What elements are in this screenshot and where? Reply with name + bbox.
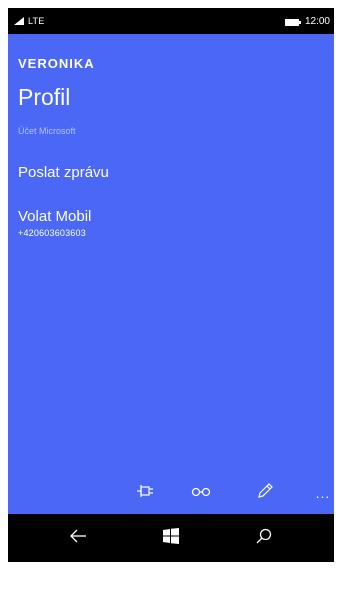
device-bezel-bottom [0,562,342,613]
send-message-action[interactable]: Poslat zprávu [18,164,109,181]
app-bar: ... [8,472,334,514]
back-button[interactable] [60,520,96,556]
contact-profile-page: VERONIKA Profil Účet Microsoft Poslat zp… [8,34,334,514]
phone-number: +420603603603 [18,228,86,238]
device-bezel-left [0,0,8,613]
status-bar: LTE 12:00 [8,8,334,34]
more-button[interactable]: ... [310,480,336,506]
contact-name: VERONIKA [18,56,95,71]
clock-time: 12:00 [304,15,330,27]
link-button[interactable] [188,480,214,506]
device-bezel-top [0,0,342,8]
search-icon [256,528,272,549]
edit-button[interactable] [252,480,278,506]
pin-button[interactable] [132,480,158,506]
device-bezel-right [334,0,342,613]
search-button[interactable] [246,520,282,556]
start-button[interactable] [153,520,189,556]
status-right: 12:00 [284,15,330,27]
call-label: Volat Mobil [18,208,92,225]
phone-screen: LTE 12:00 VERONIKA Profil Účet Microsoft… [0,0,342,613]
status-left: LTE [14,16,44,26]
battery-icon [284,18,301,26]
account-label: Účet Microsoft [18,126,76,136]
network-type: LTE [28,16,45,26]
pin-icon [136,484,154,503]
pencil-icon [257,482,273,504]
page-title: Profil [18,84,71,110]
navigation-bar [8,514,334,562]
back-arrow-icon [69,529,87,548]
call-mobile-action[interactable]: Volat Mobil +420603603603 [18,208,91,238]
link-icon [191,484,211,502]
signal-icon [14,17,24,25]
windows-start-icon [163,527,179,549]
